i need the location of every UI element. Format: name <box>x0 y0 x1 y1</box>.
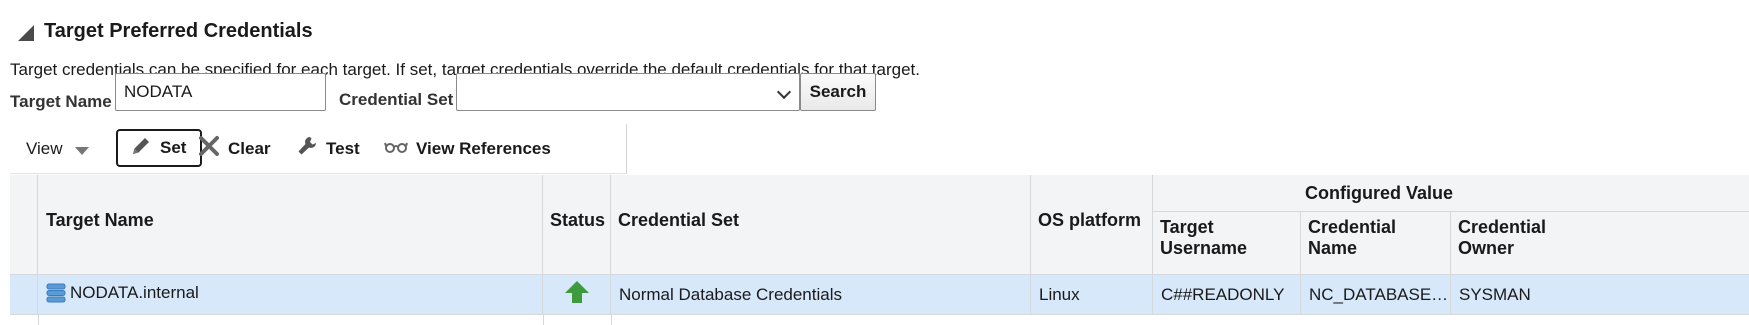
column-header-credential-name[interactable]: Credential Name <box>1301 212 1451 275</box>
view-references-label: View References <box>416 138 551 158</box>
cell-target-username: C##READONLY <box>1153 275 1301 314</box>
column-header-credential-owner[interactable]: Credential Owner <box>1451 212 1749 275</box>
close-icon <box>198 135 220 162</box>
target-name-label: Target Name <box>10 92 112 111</box>
credentials-table: Target Name Status Credential Set OS pla… <box>10 175 1749 325</box>
section-title: Target Preferred Credentials <box>44 20 313 42</box>
column-header-target-username-label: Target Username <box>1160 217 1248 258</box>
toolbar: View Set Clear Test View References <box>10 124 627 174</box>
cell-credential-name: NC_DATABASE… <box>1301 275 1451 314</box>
column-header-os-platform[interactable]: OS platform <box>1031 175 1153 275</box>
table-row-partial <box>10 314 1749 325</box>
column-header-target-name-label: Target Name <box>46 210 154 230</box>
column-divider <box>611 315 612 325</box>
column-divider <box>38 315 39 325</box>
column-divider <box>543 315 544 325</box>
cell-target-name[interactable]: NODATA.internal <box>38 275 543 314</box>
cell-credential-owner: SYSMAN <box>1451 275 1749 314</box>
search-button[interactable]: Search <box>800 73 876 111</box>
target-name-value[interactable]: NODATA.internal <box>70 283 199 303</box>
wrench-icon <box>296 135 318 162</box>
collapse-triangle-icon[interactable] <box>18 24 34 41</box>
row-selector[interactable] <box>10 275 38 314</box>
cell-os-platform: Linux <box>1031 275 1153 314</box>
clear-button-label: Clear <box>228 138 271 158</box>
pencil-icon <box>130 135 152 162</box>
credential-set-select[interactable] <box>456 73 800 111</box>
chevron-down-icon <box>776 84 792 100</box>
column-header-status-label: Status <box>550 210 606 230</box>
cell-status <box>543 275 611 314</box>
column-group-configured-value: Configured Value <box>1153 175 1749 212</box>
column-header-credential-set-label: Credential Set <box>618 210 740 230</box>
test-button[interactable]: Test <box>296 124 360 173</box>
column-header-status[interactable]: Status <box>543 175 611 275</box>
column-header-os-platform-label: OS platform <box>1038 210 1142 230</box>
view-menu[interactable]: View <box>26 124 89 173</box>
test-button-label: Test <box>326 138 360 158</box>
caret-down-icon <box>74 146 89 155</box>
section-header[interactable]: Target Preferred Credentials <box>18 20 313 43</box>
view-menu-label: View <box>26 138 63 158</box>
status-up-arrow-icon <box>564 280 590 309</box>
row-selector-header <box>10 175 38 275</box>
target-name-input[interactable] <box>115 73 326 111</box>
set-button-label: Set <box>160 138 187 157</box>
view-references-button[interactable]: View References <box>384 124 551 173</box>
credential-set-label: Credential Set <box>339 90 454 109</box>
column-header-target-name[interactable]: Target Name <box>38 175 543 275</box>
column-header-credential-set[interactable]: Credential Set <box>611 175 1031 275</box>
column-group-configured-value-label: Configured Value <box>1305 183 1454 203</box>
search-row: Target Name Credential Set Search <box>10 73 1000 125</box>
glasses-icon <box>384 139 408 159</box>
column-header-credential-owner-label: Credential Owner <box>1458 217 1547 258</box>
column-header-credential-name-label: Credential Name <box>1308 217 1397 258</box>
cell-credential-set: Normal Database Credentials <box>611 275 1031 314</box>
column-header-target-username[interactable]: Target Username <box>1153 212 1301 275</box>
set-button[interactable]: Set <box>116 129 202 167</box>
database-icon <box>46 282 66 309</box>
clear-button[interactable]: Clear <box>198 124 271 173</box>
